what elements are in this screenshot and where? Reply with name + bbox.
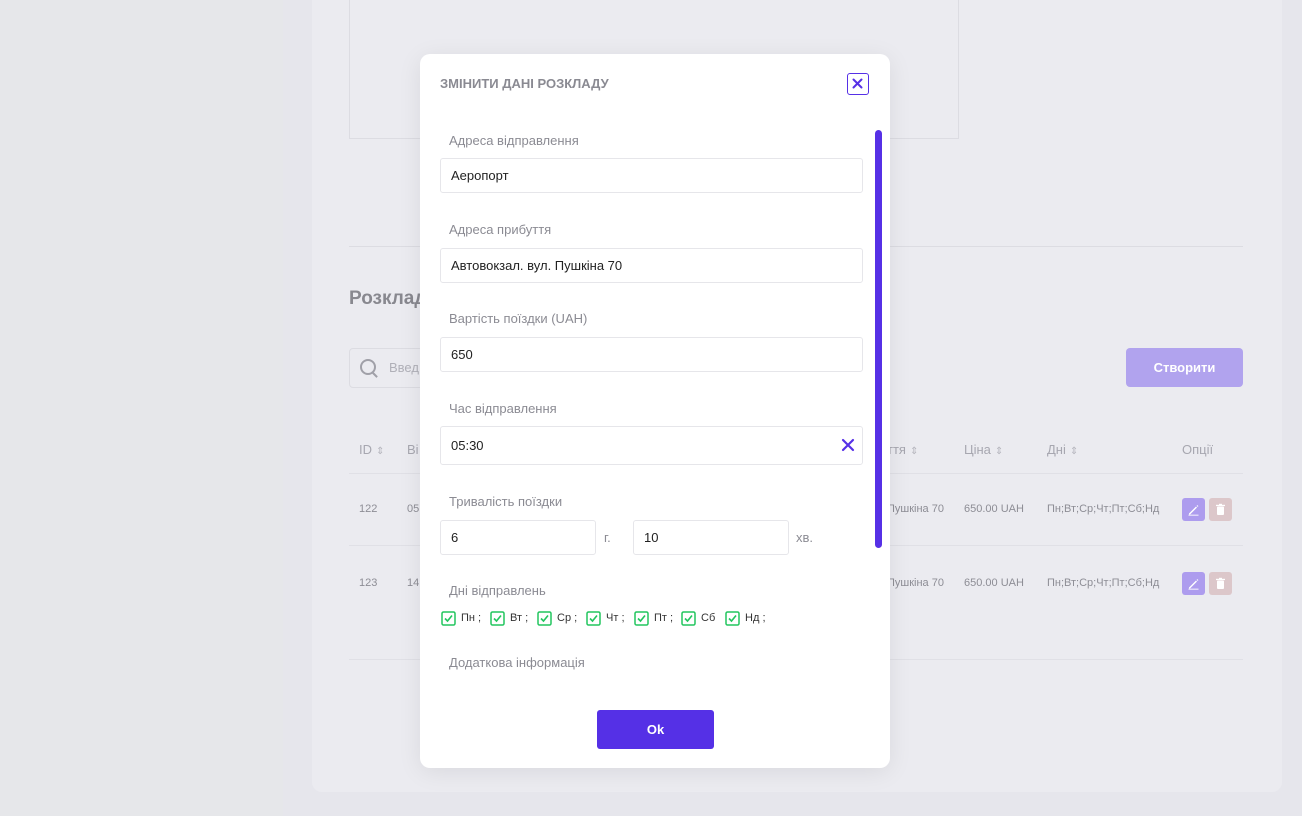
th-arrival[interactable]: ття ⇕ <box>887 442 918 457</box>
arrival-label: Адреса прибуття <box>449 222 552 237</box>
checkbox-checked-icon <box>634 610 649 626</box>
departure-input[interactable] <box>440 158 863 193</box>
duration-label: Тривалість поїздки <box>449 494 563 509</box>
days-label: Дні відправлень <box>449 583 546 598</box>
pencil-icon <box>1188 505 1199 516</box>
day-checkbox-fri[interactable]: Пт ; <box>634 610 673 626</box>
close-icon <box>852 78 863 89</box>
search-icon <box>360 359 376 375</box>
close-button[interactable] <box>847 73 869 95</box>
section-title: Розклад <box>349 288 427 309</box>
checkbox-checked-icon <box>490 610 505 626</box>
time-input[interactable] <box>440 426 863 465</box>
clear-time-icon[interactable] <box>841 438 855 452</box>
cell-days: Пн;Вт;Ср;Чт;Пт;Сб;Нд <box>1047 577 1160 589</box>
price-label: Вартість поїздки (UAH) <box>449 311 588 326</box>
cell-departure: 05 <box>407 503 420 515</box>
create-button[interactable]: Створити <box>1126 348 1243 387</box>
sort-icon: ⇕ <box>376 446 385 457</box>
cell-id: 122 <box>359 503 378 515</box>
checkbox-checked-icon <box>725 610 740 626</box>
cell-departure: 14 <box>407 577 420 589</box>
hours-unit: г. <box>604 530 611 545</box>
search-placeholder: Введ <box>389 360 419 375</box>
cell-price: 650.00 UAH <box>964 503 1024 515</box>
cell-id: 123 <box>359 577 378 589</box>
departure-label: Адреса відправлення <box>449 133 579 148</box>
trash-icon <box>1216 503 1225 515</box>
sort-icon: ⇕ <box>1069 446 1079 457</box>
trash-icon <box>1216 577 1225 589</box>
checkbox-checked-icon <box>681 610 696 626</box>
modal-title: ЗМІНИТИ ДАНІ РОЗКЛАДУ <box>440 76 609 91</box>
th-departure[interactable]: Ві <box>407 442 419 457</box>
pencil-icon <box>1188 579 1199 590</box>
day-checkbox-sun[interactable]: Нд ; <box>725 610 766 626</box>
edit-schedule-modal: ЗМІНИТИ ДАНІ РОЗКЛАДУ Адреса відправленн… <box>420 54 890 768</box>
app-sidebar-area <box>0 0 283 816</box>
day-checkbox-mon[interactable]: Пн ; <box>441 610 481 626</box>
arrival-input[interactable] <box>440 248 863 283</box>
checkbox-checked-icon <box>537 610 552 626</box>
edit-button[interactable] <box>1182 572 1205 595</box>
modal-scrollbar[interactable] <box>875 130 882 548</box>
minutes-unit: хв. <box>796 530 814 545</box>
cell-days: Пн;Вт;Ср;Чт;Пт;Сб;Нд <box>1047 503 1160 515</box>
day-checkbox-thu[interactable]: Чт ; <box>586 610 625 626</box>
day-checkbox-wed[interactable]: Ср ; <box>537 610 577 626</box>
sort-icon: ⇕ <box>909 446 919 457</box>
extra-info-label: Додаткова інформація <box>449 655 585 670</box>
checkbox-checked-icon <box>586 610 601 626</box>
duration-hours-input[interactable] <box>440 520 596 555</box>
cell-arrival: Пушкіна 70 <box>887 577 944 589</box>
edit-button[interactable] <box>1182 498 1205 521</box>
th-id[interactable]: ID ⇕ <box>359 442 384 457</box>
cell-arrival: Пушкіна 70 <box>887 503 944 515</box>
cell-price: 650.00 UAH <box>964 577 1024 589</box>
checkbox-checked-icon <box>441 610 456 626</box>
sort-icon: ⇕ <box>994 446 1004 457</box>
th-options: Опції <box>1182 442 1214 457</box>
day-checkbox-tue[interactable]: Вт ; <box>490 610 528 626</box>
duration-minutes-input[interactable] <box>633 520 789 555</box>
day-checkbox-sat[interactable]: Сб <box>681 610 715 626</box>
th-days[interactable]: Дні ⇕ <box>1047 442 1078 457</box>
delete-button[interactable] <box>1209 498 1232 521</box>
ok-button[interactable]: Ok <box>597 710 714 749</box>
th-price[interactable]: Ціна ⇕ <box>964 442 1003 457</box>
price-input[interactable] <box>440 337 863 372</box>
time-label: Час відправлення <box>449 401 557 416</box>
delete-button[interactable] <box>1209 572 1232 595</box>
